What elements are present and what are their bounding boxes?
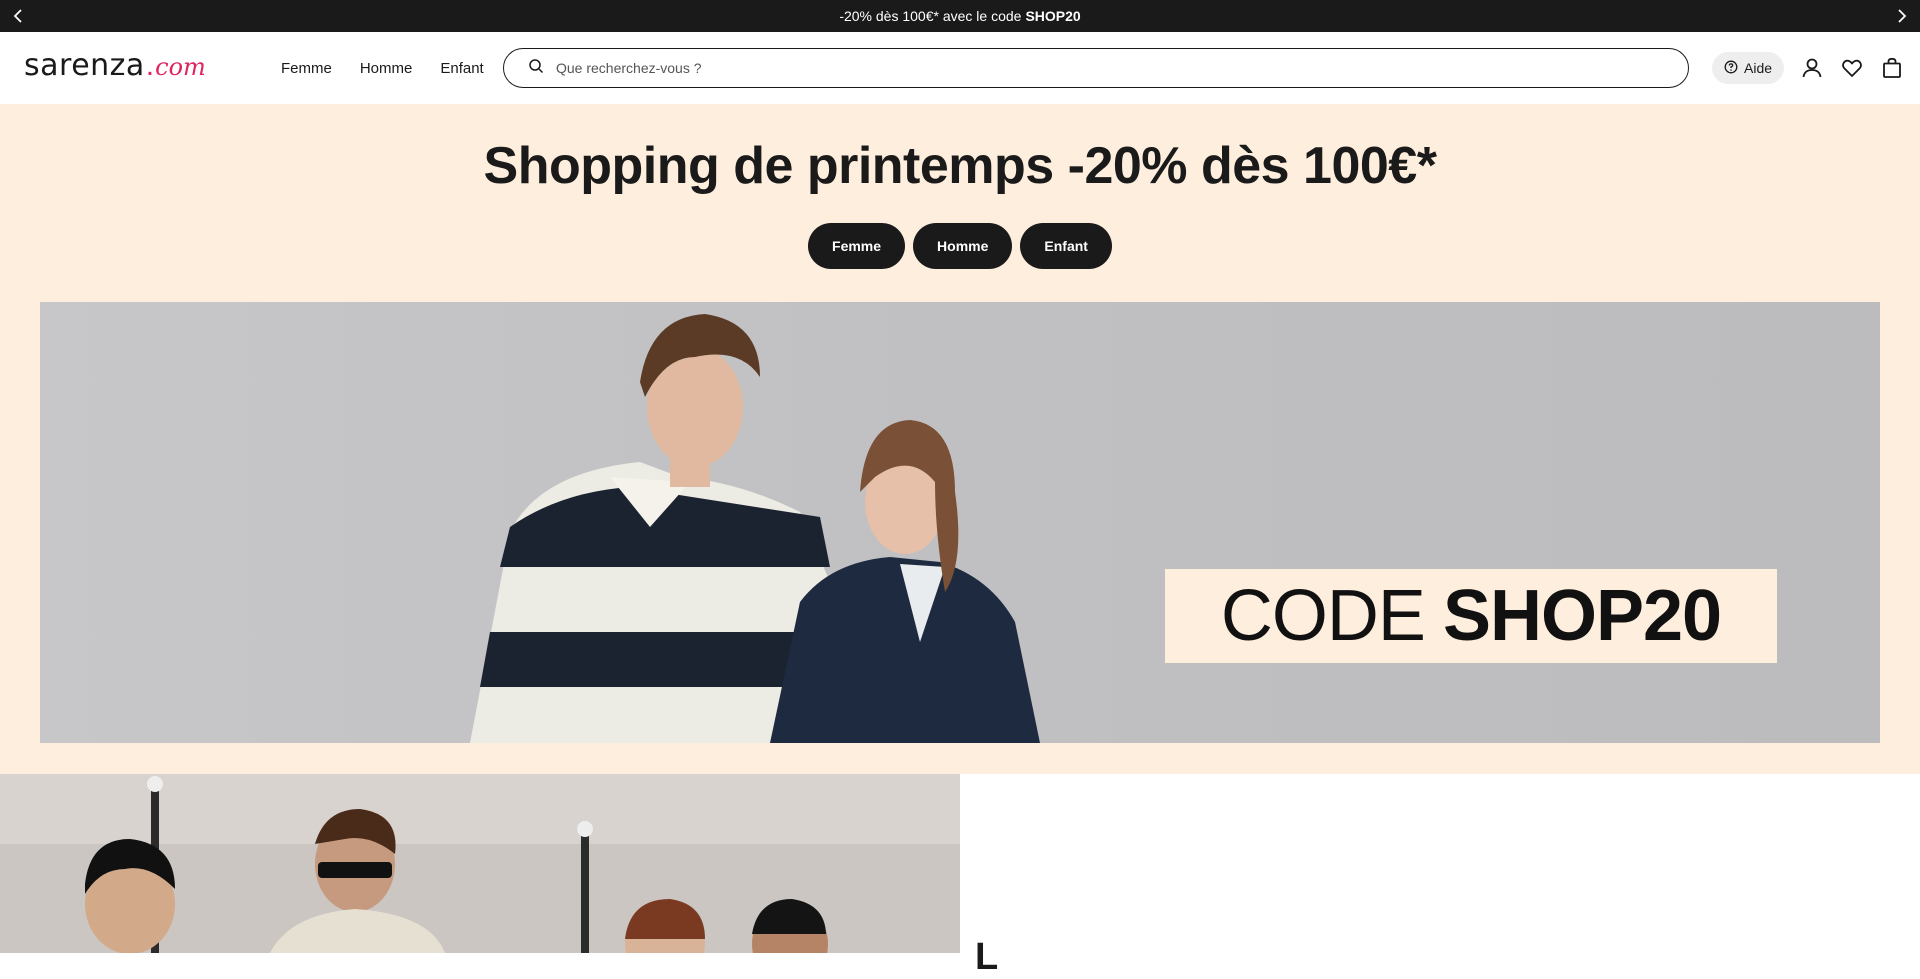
nav-item-enfant[interactable]: Enfant bbox=[440, 60, 483, 77]
hero-banner-image[interactable]: CODE SHOP20 bbox=[40, 302, 1880, 743]
heart-icon[interactable] bbox=[1840, 56, 1864, 80]
banner-code-value: SHOP20 bbox=[1442, 576, 1722, 656]
help-label: Aide bbox=[1744, 60, 1773, 76]
hero-category-buttons: Femme Homme Enfant bbox=[0, 223, 1920, 269]
promo-code-box: CODE SHOP20 bbox=[1165, 569, 1777, 663]
hero-button-homme[interactable]: Homme bbox=[913, 223, 1013, 269]
search-input[interactable] bbox=[556, 60, 1656, 76]
banner-code-label: CODE bbox=[1220, 576, 1426, 656]
help-button[interactable]: Aide bbox=[1712, 52, 1785, 84]
search-icon bbox=[528, 58, 544, 79]
user-icon[interactable] bbox=[1800, 56, 1824, 80]
chevron-left-icon[interactable] bbox=[2, 0, 34, 32]
hero-title: Shopping de printemps -20% dès 100€* bbox=[483, 137, 1437, 195]
promo-code: SHOP20 bbox=[1025, 8, 1081, 24]
main-nav: Femme Homme Enfant bbox=[281, 32, 484, 104]
hero-section: Shopping de printemps -20% dès 100€* Fem… bbox=[0, 104, 1920, 774]
nav-item-femme[interactable]: Femme bbox=[281, 60, 332, 77]
banner-models-photo bbox=[470, 314, 1040, 743]
secondary-models-photo bbox=[0, 774, 960, 953]
hero-button-femme[interactable]: Femme bbox=[808, 223, 906, 269]
search-bar[interactable] bbox=[503, 48, 1689, 88]
logo-dot: . bbox=[145, 49, 155, 82]
logo-com: com bbox=[155, 53, 206, 81]
secondary-banner-image[interactable] bbox=[0, 774, 960, 953]
help-circle-icon bbox=[1724, 60, 1738, 77]
logo-word: sarenza bbox=[24, 48, 145, 83]
site-logo[interactable]: sarenza. com bbox=[24, 48, 206, 84]
nav-item-homme[interactable]: Homme bbox=[360, 60, 413, 77]
promo-bar: -20% dès 100€* avec le code SHOP20 bbox=[0, 0, 1920, 32]
shopping-bag-icon[interactable] bbox=[1880, 56, 1904, 80]
chevron-right-icon[interactable] bbox=[1886, 0, 1918, 32]
secondary-section: L bbox=[0, 774, 1920, 978]
site-header: sarenza.com Femme Homme Enfant Aide bbox=[0, 32, 1920, 104]
hero-button-enfant[interactable]: Enfant bbox=[1020, 223, 1112, 269]
secondary-section-title: L bbox=[975, 936, 999, 978]
promo-text: -20% dès 100€* avec le code bbox=[839, 8, 1022, 24]
